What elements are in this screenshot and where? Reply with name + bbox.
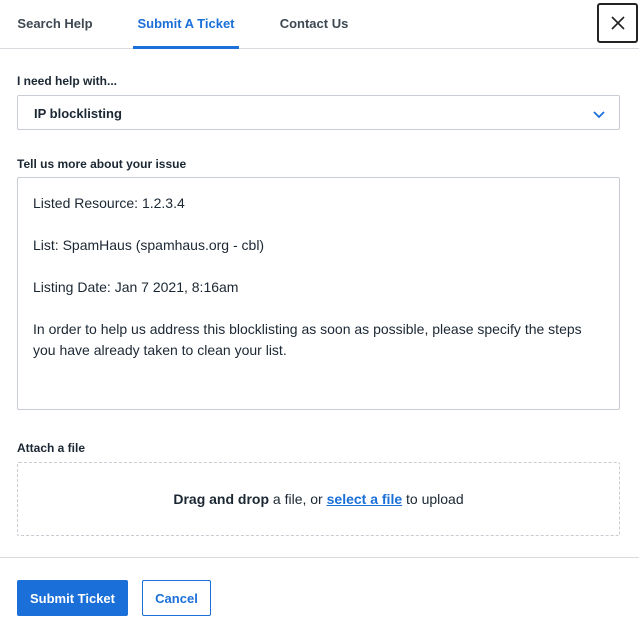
topic-label: I need help with... (17, 74, 118, 88)
tab-submit-a-ticket[interactable]: Submit A Ticket (133, 0, 239, 49)
submit-ticket-button[interactable]: Submit Ticket (17, 580, 128, 616)
details-label: Tell us more about your issue (17, 157, 187, 171)
file-dropzone[interactable]: Drag and drop a file, or select a file t… (17, 462, 620, 536)
footer-divider (0, 557, 639, 558)
close-button[interactable] (597, 3, 638, 43)
tab-search-help[interactable]: Search Help (6, 0, 104, 48)
tab-contact-us[interactable]: Contact Us (266, 0, 362, 48)
topic-select[interactable]: IP blocklisting (17, 95, 620, 130)
select-file-link[interactable]: select a file (327, 491, 403, 507)
dropzone-text: a file, or (269, 491, 327, 507)
dropzone-text-end: to upload (402, 491, 464, 507)
details-line: Listing Date: Jan 7 2021, 8:16am (33, 279, 239, 295)
topic-select-value: IP blocklisting (34, 106, 122, 121)
close-icon (611, 16, 625, 30)
details-line: In order to help us address this blockli… (33, 321, 582, 358)
chevron-down-icon (593, 111, 605, 119)
tab-bar: Search Help Submit A Ticket Contact Us (0, 0, 639, 49)
dropzone-bold-text: Drag and drop (173, 491, 270, 507)
details-line: List: SpamHaus (spamhaus.org - cbl) (33, 237, 265, 253)
details-textarea[interactable]: Listed Resource: 1.2.3.4 List: SpamHaus … (17, 177, 620, 410)
attach-label: Attach a file (17, 441, 86, 455)
details-line: Listed Resource: 1.2.3.4 (33, 195, 185, 211)
cancel-button[interactable]: Cancel (142, 580, 211, 616)
